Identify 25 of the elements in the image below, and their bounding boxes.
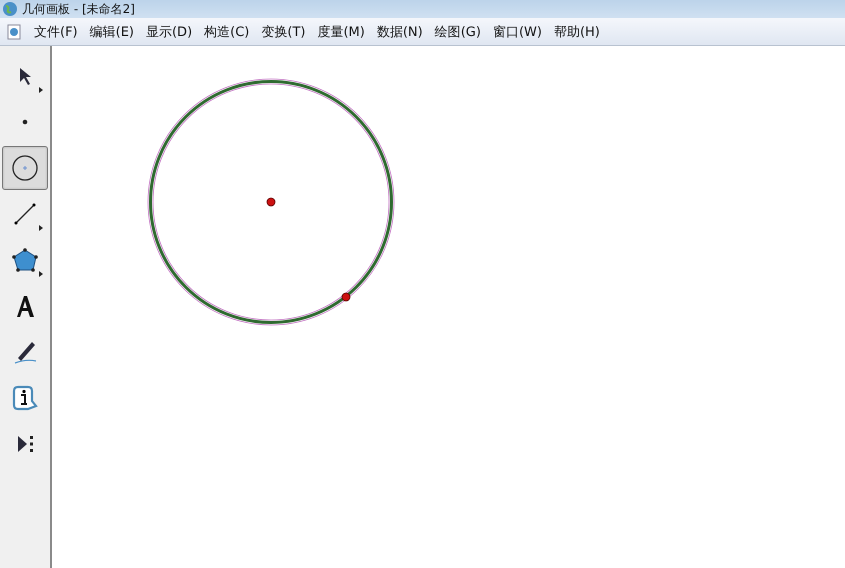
- menu-item[interactable]: 度量(M): [311, 22, 371, 40]
- menu-item[interactable]: 显示(D): [140, 22, 198, 40]
- menu-item[interactable]: 变换(T): [255, 22, 312, 40]
- info-icon: [12, 385, 38, 411]
- menu-item[interactable]: 构造(C): [198, 22, 256, 40]
- text-tool-icon: [16, 294, 34, 318]
- menu-item[interactable]: 帮助(H): [548, 22, 606, 40]
- menu-item[interactable]: 文件(F): [28, 22, 84, 40]
- menu-item[interactable]: 数据(N): [370, 22, 429, 40]
- compass-tool-button[interactable]: [2, 146, 48, 190]
- menu-item[interactable]: 编辑(E): [84, 22, 140, 40]
- circle[interactable]: [148, 78, 394, 326]
- app-icon: [2, 1, 18, 17]
- window-title: 几何画板 - [未命名2]: [22, 1, 135, 17]
- menu-item[interactable]: 绘图(G): [428, 22, 487, 40]
- menu-item[interactable]: 窗口(W): [486, 22, 548, 40]
- play-menu-icon: [16, 435, 34, 453]
- document-icon[interactable]: [6, 24, 22, 40]
- pentagon-icon: [11, 247, 39, 273]
- segment-icon: [14, 203, 36, 225]
- marker-pen-icon: [14, 340, 36, 364]
- circle-point[interactable]: [342, 292, 350, 302]
- center-point[interactable]: [266, 198, 276, 206]
- pointer-icon: [18, 66, 32, 86]
- point-icon: [22, 119, 28, 125]
